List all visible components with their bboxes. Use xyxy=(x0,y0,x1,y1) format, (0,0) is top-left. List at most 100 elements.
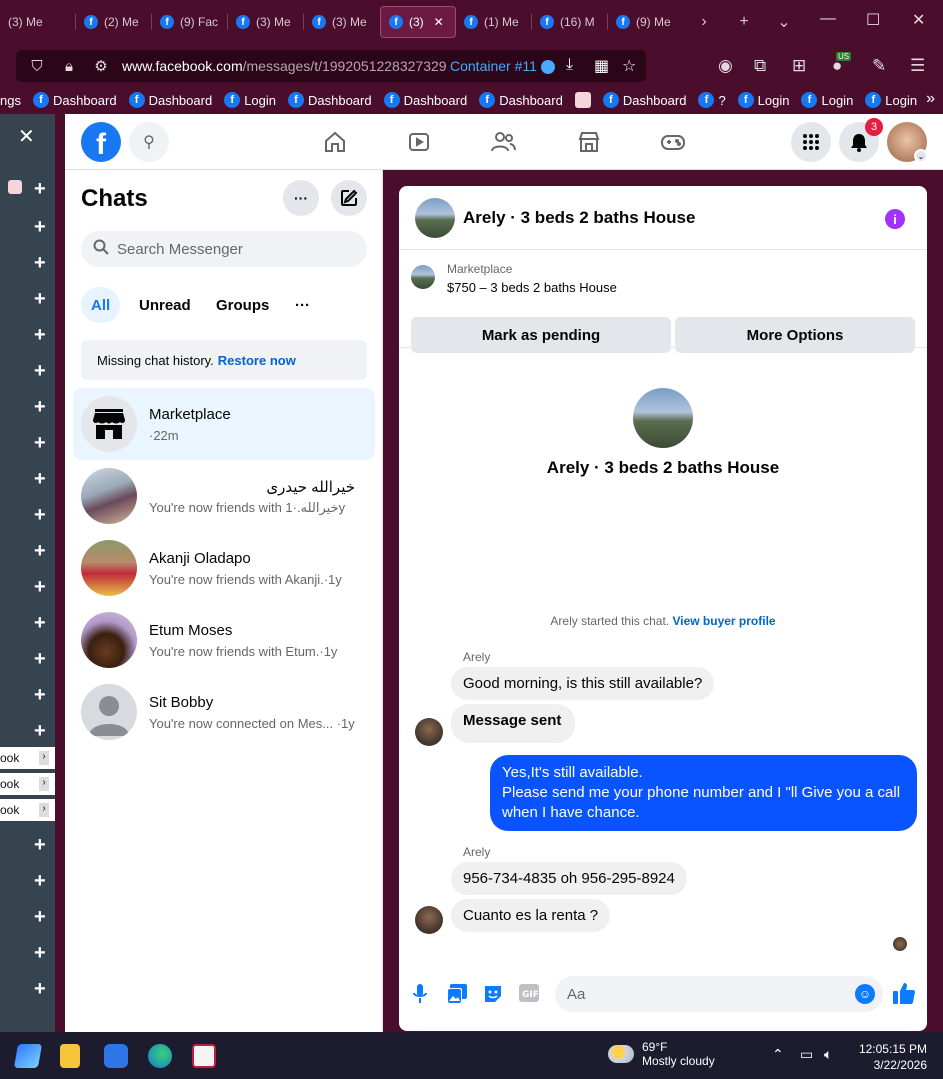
chevron-down-icon[interactable]: ⌄ xyxy=(914,149,928,163)
widgets-icon[interactable] xyxy=(13,1044,43,1068)
add-icon[interactable]: + xyxy=(34,576,46,599)
listing-avatar[interactable] xyxy=(415,198,455,238)
bookmark[interactable]: f Login xyxy=(801,92,853,108)
bookmark[interactable]: f Login xyxy=(865,92,917,108)
menu-grid-icon[interactable] xyxy=(791,122,831,162)
browser-tab-active[interactable]: f (3) ✕ xyxy=(380,6,456,38)
message-bubble-incoming[interactable]: Message sent xyxy=(451,704,576,743)
tab-scroll-right-icon[interactable]: › xyxy=(684,13,724,31)
bookmark[interactable]: f Dashboard xyxy=(479,92,563,108)
add-icon[interactable]: + xyxy=(34,540,46,563)
search-messenger-field[interactable] xyxy=(81,231,367,267)
edge-browser-icon[interactable] xyxy=(148,1044,172,1068)
bookmarks-overflow-icon[interactable]: » xyxy=(926,90,935,108)
menu-icon[interactable]: ☰ xyxy=(910,56,925,76)
bookmark[interactable]: f Dashboard xyxy=(288,92,372,108)
marketplace-icon[interactable] xyxy=(575,128,603,156)
close-sidebar-icon[interactable]: ✕ xyxy=(18,124,35,149)
add-icon[interactable]: + xyxy=(34,178,46,201)
add-icon[interactable]: + xyxy=(34,870,46,893)
photo-icon[interactable] xyxy=(447,984,467,1009)
notepad-icon[interactable] xyxy=(60,1044,80,1068)
browser-tab[interactable]: f (3) Me xyxy=(304,6,380,38)
chat-item[interactable]: Sit Bobby You're now connected on Mes...… xyxy=(73,676,375,748)
sidebar-pill[interactable]: ook › xyxy=(0,747,55,769)
browser-tab[interactable]: f (1) Me xyxy=(456,6,532,38)
add-icon[interactable]: + xyxy=(34,504,46,527)
bookmark[interactable]: f Dashboard xyxy=(383,92,467,108)
chat-item-marketplace[interactable]: Marketplace ·22m xyxy=(73,388,375,460)
url-bar[interactable]: ⛉ 🔒︎ ⚙ www.facebook.com/messages/t/19920… xyxy=(16,50,646,82)
search-icon[interactable]: ⚲ xyxy=(129,122,169,162)
message-bubble-incoming[interactable]: 956-734-4835 oh 956-295-8924 xyxy=(451,862,687,895)
message-bubble-outgoing[interactable]: Yes,It's still available. Please send me… xyxy=(490,755,917,831)
display-icon[interactable]: ▭ xyxy=(800,1046,813,1063)
mail-icon[interactable] xyxy=(104,1044,128,1068)
add-icon[interactable]: + xyxy=(34,906,46,929)
new-message-icon[interactable] xyxy=(331,180,367,216)
gaming-icon[interactable] xyxy=(659,128,687,156)
bookmark[interactable]: f Dashboard xyxy=(128,92,212,108)
bookmark-star-icon[interactable]: ☆ xyxy=(622,56,636,76)
add-icon[interactable]: + xyxy=(34,978,46,1001)
bookmark[interactable]: ngs xyxy=(0,93,21,108)
url-text[interactable]: www.facebook.com/messages/t/199205122832… xyxy=(122,58,447,74)
filter-unread[interactable]: Unread xyxy=(129,287,201,323)
add-icon[interactable]: + xyxy=(34,468,46,491)
message-input[interactable] xyxy=(567,985,847,1003)
weather-widget[interactable]: 69°F Mostly cloudy xyxy=(608,1040,715,1068)
bookmark[interactable] xyxy=(574,92,591,108)
sidebar-pill[interactable]: ook › xyxy=(0,799,55,821)
listing-thumbnail[interactable] xyxy=(411,265,435,289)
video-icon[interactable] xyxy=(405,128,433,156)
browser-tab[interactable]: (3) Me xyxy=(0,6,76,38)
emoji-icon[interactable]: ☺ xyxy=(855,984,875,1004)
extension-icon[interactable]: ⧉ xyxy=(754,56,766,76)
add-icon[interactable]: + xyxy=(34,942,46,965)
message-bubble-incoming[interactable]: Good morning, is this still available? xyxy=(451,667,715,700)
account-icon[interactable]: ◉ xyxy=(718,56,733,76)
browser-tab[interactable]: f (3) Me xyxy=(228,6,304,38)
list-tabs-icon[interactable]: ⌄ xyxy=(764,12,804,32)
listing-price[interactable]: $750 – 3 beds 2 baths House xyxy=(447,280,617,295)
sender-avatar[interactable] xyxy=(415,906,443,934)
more-options-icon[interactable]: ··· xyxy=(283,180,319,216)
add-icon[interactable]: + xyxy=(34,648,46,671)
add-icon[interactable]: + xyxy=(34,612,46,635)
gif-icon[interactable]: GIF xyxy=(519,984,539,1007)
add-icon[interactable]: + xyxy=(34,432,46,455)
extensions-grid-icon[interactable]: ⊞ xyxy=(792,56,806,76)
close-window-icon[interactable]: ✕ xyxy=(912,10,925,30)
snipping-tool-icon[interactable] xyxy=(192,1044,216,1068)
sidebar-pill[interactable]: ook › xyxy=(0,773,55,795)
message-bubble-incoming[interactable]: Cuanto es la renta ? xyxy=(451,899,611,932)
browser-tab[interactable]: f (9) Fac xyxy=(152,6,228,38)
chat-item[interactable]: خیرالله حیدری You're now friends with خی… xyxy=(73,460,375,532)
bookmark[interactable]: f? xyxy=(698,92,726,108)
search-messenger-input[interactable] xyxy=(117,240,357,258)
conversation-title[interactable]: Arely · 3 beds 2 baths House xyxy=(463,208,695,228)
sender-avatar[interactable] xyxy=(415,718,443,746)
listing-avatar-large[interactable] xyxy=(633,388,693,448)
chat-item[interactable]: Etum Moses You're now friends with Etum.… xyxy=(73,604,375,676)
browser-tab[interactable]: f (16) M xyxy=(532,6,608,38)
mark-as-pending-button[interactable]: Mark as pending xyxy=(411,317,671,353)
facebook-logo-icon[interactable]: f xyxy=(81,122,121,162)
add-icon[interactable]: + xyxy=(34,396,46,419)
add-icon[interactable]: + xyxy=(34,324,46,347)
add-icon[interactable]: + xyxy=(34,834,46,857)
bookmark[interactable]: f Dashboard xyxy=(32,92,117,108)
add-icon[interactable]: + xyxy=(34,288,46,311)
home-icon[interactable] xyxy=(321,128,349,156)
new-tab-icon[interactable]: + xyxy=(724,13,764,31)
restore-now-link[interactable]: Restore now xyxy=(218,353,296,368)
container-label[interactable]: Container #11 xyxy=(450,58,555,75)
filter-more-icon[interactable]: ··· xyxy=(285,287,320,323)
microphone-icon[interactable] xyxy=(413,984,427,1009)
shield-icon[interactable]: ⛉ xyxy=(26,58,48,75)
add-icon[interactable]: + xyxy=(34,720,46,743)
add-icon[interactable]: + xyxy=(34,684,46,707)
maximize-icon[interactable]: ☐ xyxy=(866,10,880,30)
chat-item[interactable]: Akanji Oladapo You're now friends with A… xyxy=(73,532,375,604)
lock-icon[interactable]: 🔒︎ xyxy=(58,58,80,75)
